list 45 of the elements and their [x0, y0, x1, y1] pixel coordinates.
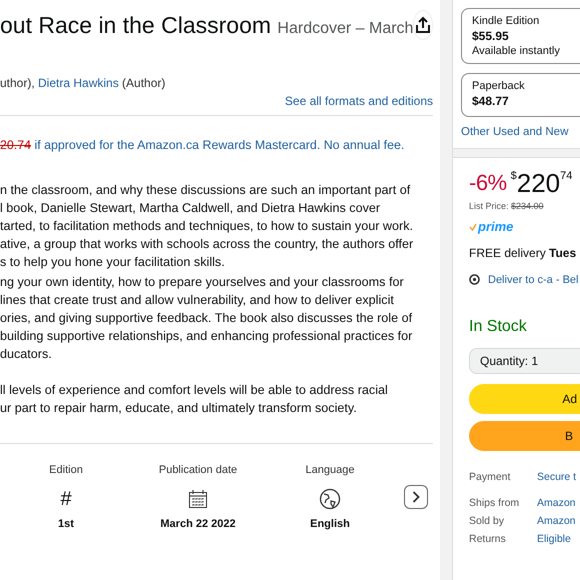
product-title: out Race in the Classroom Hardcover – March	[0, 12, 414, 38]
format-option[interactable]: Kindle Edition $55.95 Available instantly	[461, 8, 580, 64]
author-role: (Author)	[121, 76, 166, 90]
next-button[interactable]	[404, 485, 428, 509]
discount: -6%	[469, 170, 507, 196]
description-paragraph: ll levels of experience and comfort levels will be able to address racial ur part to repair harm, educate, and ultimately transform society.	[0, 382, 389, 417]
buy-now-button[interactable]: B	[469, 421, 580, 451]
description-paragraph: n the classroom, and why these discussions are such an important part of l book, Danielle Stewart, Martha Caldwell, and Dietra Hawkins cover tarted, to facilitation methods and techniques, to how to sustain your work. ative, a group that works with schools across the country, the authors offer s to help you hone your facilitation skills.	[0, 182, 414, 271]
price: $^{$}$220$^{74}$	[510, 168, 572, 199]
info-value[interactable]: Amazon	[537, 515, 580, 527]
offer-link[interactable]: 20.74 if approved for the Amazon.ca Rewards Mastercard. No annual fee.	[0, 138, 404, 152]
info-label: Ships from	[469, 497, 520, 509]
author-link[interactable]: Dietra Hawkins	[38, 76, 119, 90]
author-text: uthor),	[0, 76, 36, 90]
add-to-cart-button[interactable]: Ad	[469, 384, 580, 414]
location-pin-icon	[469, 274, 480, 286]
globe-icon	[319, 488, 341, 510]
description-paragraph: ng your own identity, how to prepare yourselves and your classrooms for lines that create trust and allow vulnerability, and how to deliver explicit ories, and giving supportive feedback. The book also discusses the role of building supportive relationships, and enhancing professional practices for ducators.	[0, 274, 414, 363]
share-icon	[415, 16, 432, 34]
quantity-dropdown[interactable]: Quantity: 1	[469, 348, 580, 374]
delivery-text: FREE delivery Tues	[469, 246, 578, 260]
info-value[interactable]: Amazon	[537, 497, 580, 509]
info-value: Secure t	[537, 471, 578, 485]
detail-label: Publication date	[158, 464, 238, 476]
detail-label: Language	[306, 464, 354, 476]
calendar-icon	[188, 489, 208, 509]
check-icon	[469, 222, 477, 230]
hash-icon: #	[60, 488, 72, 510]
info-label: Payment	[469, 471, 512, 483]
info-label: Sold by	[469, 515, 506, 527]
prime-logo: prime	[478, 219, 514, 234]
chevron-right-icon	[412, 491, 420, 503]
detail-label: Edition	[49, 464, 83, 476]
detail-value: English	[310, 518, 350, 530]
info-value[interactable]: Eligible	[537, 533, 580, 545]
info-label: Returns	[469, 533, 507, 545]
formats-link[interactable]: See all formats and editions	[284, 94, 433, 108]
share-button[interactable]	[413, 10, 433, 40]
detail-value: March 22 2022	[160, 518, 236, 530]
deliver-to-link[interactable]: Deliver to c-a - Bel	[488, 274, 578, 286]
format-option[interactable]: Paperback $48.77	[461, 73, 580, 117]
other-sellers-link[interactable]: Other Used and New	[461, 126, 580, 138]
list-price: List Price: $234.00	[469, 201, 545, 211]
stock-status: In Stock	[469, 318, 528, 336]
detail-value: 1st	[58, 518, 74, 530]
